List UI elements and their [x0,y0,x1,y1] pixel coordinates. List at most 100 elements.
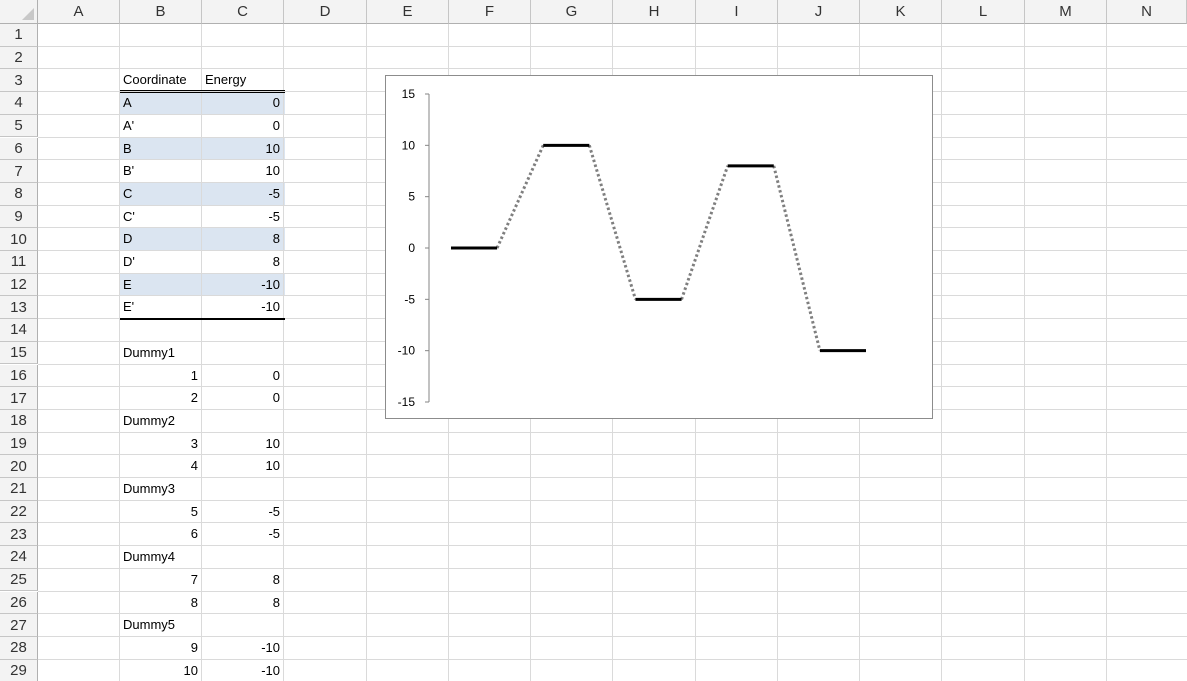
coordinate-cell[interactable]: C [123,183,201,205]
row-header[interactable]: 26 [0,591,38,615]
row-header[interactable]: 28 [0,636,38,660]
column-header[interactable]: M [1025,0,1107,24]
dummy-x-cell[interactable]: 9 [122,637,198,659]
connector-line [772,165,822,352]
dummy-y-cell[interactable]: 0 [204,387,280,409]
energy-cell[interactable]: 10 [204,138,280,160]
column-header[interactable]: A [38,0,120,24]
column-header[interactable]: F [449,0,531,24]
energy-diagram-chart[interactable]: 15 10 5 0 -5 -10 -15 [385,75,933,419]
y-tick-label: 5 [408,190,415,204]
row-header[interactable]: 4 [0,92,38,115]
row-header[interactable]: 23 [0,523,38,547]
dummy-y-cell[interactable]: -10 [204,637,280,659]
row-header[interactable]: 2 [0,46,38,70]
dummy-y-cell[interactable]: 8 [204,592,280,614]
row-header[interactable]: 9 [0,205,38,229]
row-header[interactable]: 22 [0,500,38,524]
row-header[interactable]: 15 [0,341,38,365]
dummy-y-cell[interactable]: 8 [204,569,280,591]
dummy-x-cell[interactable]: 3 [122,433,198,455]
dummy-x-cell[interactable]: 8 [122,592,198,614]
row-header[interactable]: 27 [0,614,38,637]
dummy-y-cell[interactable]: -10 [204,660,280,681]
row-header[interactable]: 18 [0,409,38,433]
column-header[interactable]: L [942,0,1025,24]
dummy-x-cell[interactable]: 10 [122,660,198,681]
row-header[interactable]: 3 [0,69,38,93]
dummy-label[interactable]: Dummy1 [123,342,201,364]
energy-header[interactable]: Energy [205,69,283,91]
energy-cell[interactable]: 0 [204,115,280,137]
energy-cell[interactable]: 10 [204,160,280,182]
dummy-y-cell[interactable]: 10 [204,455,280,477]
dummy-label[interactable]: Dummy3 [123,478,201,500]
coordinate-cell[interactable]: B' [123,160,201,182]
row-header[interactable]: 6 [0,137,38,161]
dummy-x-cell[interactable]: 7 [122,569,198,591]
row-header[interactable]: 20 [0,455,38,478]
dummy-y-cell[interactable]: -5 [204,501,280,523]
coordinate-cell[interactable]: D [123,228,201,250]
energy-cell[interactable]: 0 [204,92,280,114]
coordinate-header[interactable]: Coordinate [123,69,201,91]
energy-cell[interactable]: 8 [204,251,280,273]
row-header[interactable]: 16 [0,364,38,388]
row-header[interactable]: 1 [0,24,38,47]
energy-cell[interactable]: -10 [204,296,280,318]
gridline-horizontal [38,45,1187,47]
row-header[interactable]: 14 [0,319,38,342]
coordinate-cell[interactable]: A' [123,115,201,137]
energy-cell[interactable]: -5 [204,206,280,228]
chart-plot-area: 15 10 5 0 -5 -10 -15 [398,87,866,409]
y-tick-label: -10 [398,344,416,358]
row-header[interactable]: 10 [0,228,38,251]
column-header[interactable]: B [120,0,202,24]
column-header[interactable]: I [696,0,778,24]
row-header[interactable]: 19 [0,432,38,456]
row-header[interactable]: 21 [0,478,38,501]
column-header[interactable]: E [367,0,449,24]
coordinate-cell[interactable]: A [123,92,201,114]
dummy-x-cell[interactable]: 1 [122,365,198,387]
row-header[interactable]: 24 [0,546,38,569]
column-header[interactable]: D [284,0,367,24]
row-header[interactable]: 17 [0,387,38,410]
y-tick-label: -15 [398,395,416,409]
coordinate-cell[interactable]: E [123,274,201,296]
coordinate-cell[interactable]: C' [123,206,201,228]
row-header[interactable]: 8 [0,182,38,206]
dummy-x-cell[interactable]: 4 [122,455,198,477]
gridline-vertical [201,24,202,681]
column-header[interactable]: C [202,0,284,24]
dummy-x-cell[interactable]: 6 [122,523,198,545]
row-header[interactable]: 11 [0,251,38,274]
dummy-x-cell[interactable]: 5 [122,501,198,523]
row-header[interactable]: 12 [0,273,38,297]
energy-cell[interactable]: -5 [204,183,280,205]
column-header[interactable]: H [613,0,696,24]
row-header[interactable]: 25 [0,568,38,592]
dummy-x-cell[interactable]: 2 [122,387,198,409]
column-header[interactable]: J [778,0,860,24]
row-header[interactable]: 29 [0,659,38,681]
coordinate-cell[interactable]: B [123,138,201,160]
dummy-label[interactable]: Dummy2 [123,410,201,432]
select-all-corner[interactable] [0,0,38,24]
column-header[interactable]: G [531,0,613,24]
row-header[interactable]: 13 [0,296,38,320]
dummy-y-cell[interactable]: -5 [204,523,280,545]
dummy-label[interactable]: Dummy4 [123,546,201,568]
row-header[interactable]: 5 [0,114,38,138]
coordinate-cell[interactable]: D' [123,251,201,273]
row-header[interactable]: 7 [0,160,38,183]
dummy-y-cell[interactable]: 10 [204,433,280,455]
energy-cell[interactable]: -10 [204,274,280,296]
column-header[interactable]: K [860,0,942,24]
column-header[interactable]: N [1107,0,1187,24]
dummy-y-cell[interactable]: 0 [204,365,280,387]
energy-cell[interactable]: 8 [204,228,280,250]
coordinate-cell[interactable]: E' [123,296,201,318]
connector-line [587,144,637,300]
dummy-label[interactable]: Dummy5 [123,614,201,636]
